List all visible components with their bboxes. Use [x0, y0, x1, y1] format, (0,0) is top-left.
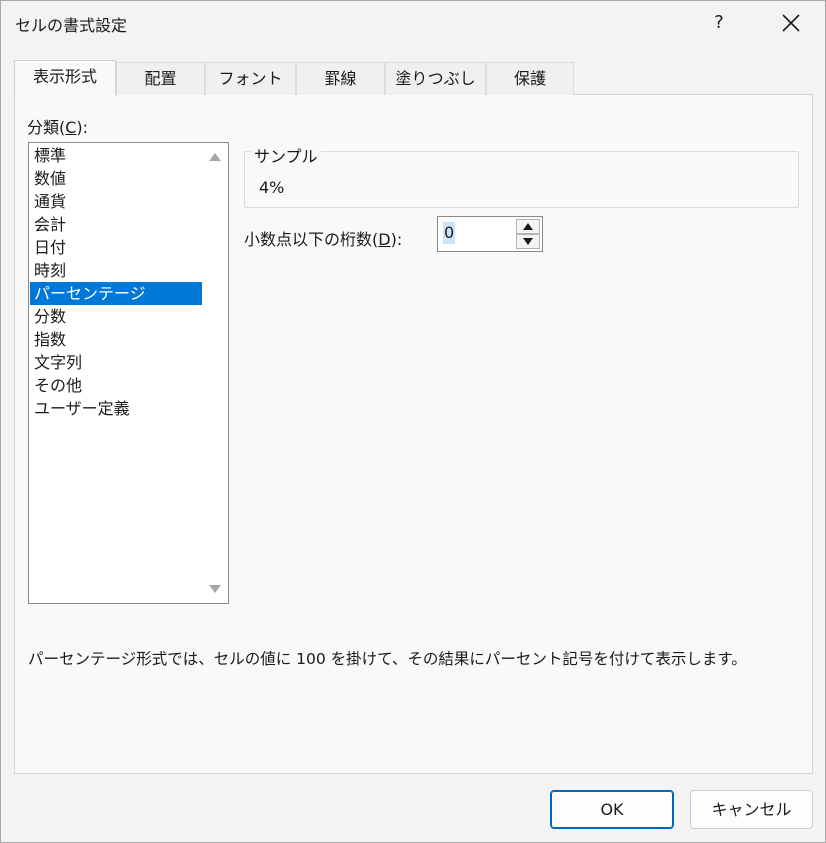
decimal-places-spinner[interactable]: 0 — [437, 216, 543, 252]
ok-button[interactable]: OK — [550, 790, 674, 829]
cancel-button[interactable]: キャンセル — [690, 790, 813, 829]
list-item[interactable]: ユーザー定義 — [30, 397, 202, 420]
scroll-down-icon[interactable] — [209, 585, 221, 593]
format-cells-dialog: セルの書式設定 ? 表示形式 配置 フォント 罫線 塗りつぶし 保護 分類(C)… — [0, 0, 826, 843]
sample-value: 4% — [259, 178, 285, 197]
list-item[interactable]: 分数 — [30, 305, 202, 328]
title-bar: セルの書式設定 ? — [1, 1, 825, 45]
spin-up-button[interactable] — [516, 219, 540, 234]
list-item[interactable]: 数値 — [30, 167, 202, 190]
list-item[interactable]: 文字列 — [30, 351, 202, 374]
tab-font[interactable]: フォント — [205, 62, 296, 95]
tab-fill[interactable]: 塗りつぶし — [385, 62, 486, 95]
dialog-title: セルの書式設定 — [15, 16, 128, 35]
list-item[interactable]: 指数 — [30, 328, 202, 351]
tab-alignment[interactable]: 配置 — [116, 62, 205, 95]
list-item[interactable]: 通貨 — [30, 190, 202, 213]
list-item[interactable]: 時刻 — [30, 259, 202, 282]
help-button[interactable]: ? — [695, 5, 743, 41]
sample-title: サンプル — [251, 143, 321, 167]
tab-number[interactable]: 表示形式 — [14, 60, 116, 96]
category-items: 標準 数値 通貨 会計 日付 時刻 パーセンテージ 分数 指数 文字列 その他 … — [30, 144, 202, 420]
list-item[interactable]: 標準 — [30, 144, 202, 167]
sample-group — [244, 151, 799, 208]
scroll-up-icon[interactable] — [209, 153, 221, 161]
category-list[interactable]: 標準 数値 通貨 会計 日付 時刻 パーセンテージ 分数 指数 文字列 その他 … — [28, 142, 229, 604]
list-item-selected[interactable]: パーセンテージ — [30, 282, 202, 305]
close-button[interactable] — [767, 5, 815, 41]
close-icon — [782, 14, 800, 32]
decimal-places-input[interactable]: 0 — [443, 222, 456, 244]
tab-border[interactable]: 罫線 — [296, 62, 385, 95]
spin-down-button[interactable] — [516, 234, 540, 249]
list-item[interactable]: その他 — [30, 374, 202, 397]
list-item[interactable]: 会計 — [30, 213, 202, 236]
list-item[interactable]: 日付 — [30, 236, 202, 259]
arrow-down-icon — [523, 238, 533, 245]
category-label: 分類(C): — [27, 118, 89, 137]
tab-protection[interactable]: 保護 — [486, 62, 574, 95]
decimal-places-label: 小数点以下の桁数(D): — [244, 230, 403, 249]
tab-strip: 表示形式 配置 フォント 罫線 塗りつぶし 保護 — [14, 60, 814, 96]
category-scrollbar[interactable] — [202, 143, 228, 603]
format-description: パーセンテージ形式では、セルの値に 100 を掛けて、その結果にパーセント記号を… — [28, 650, 747, 668]
arrow-up-icon — [523, 223, 533, 230]
